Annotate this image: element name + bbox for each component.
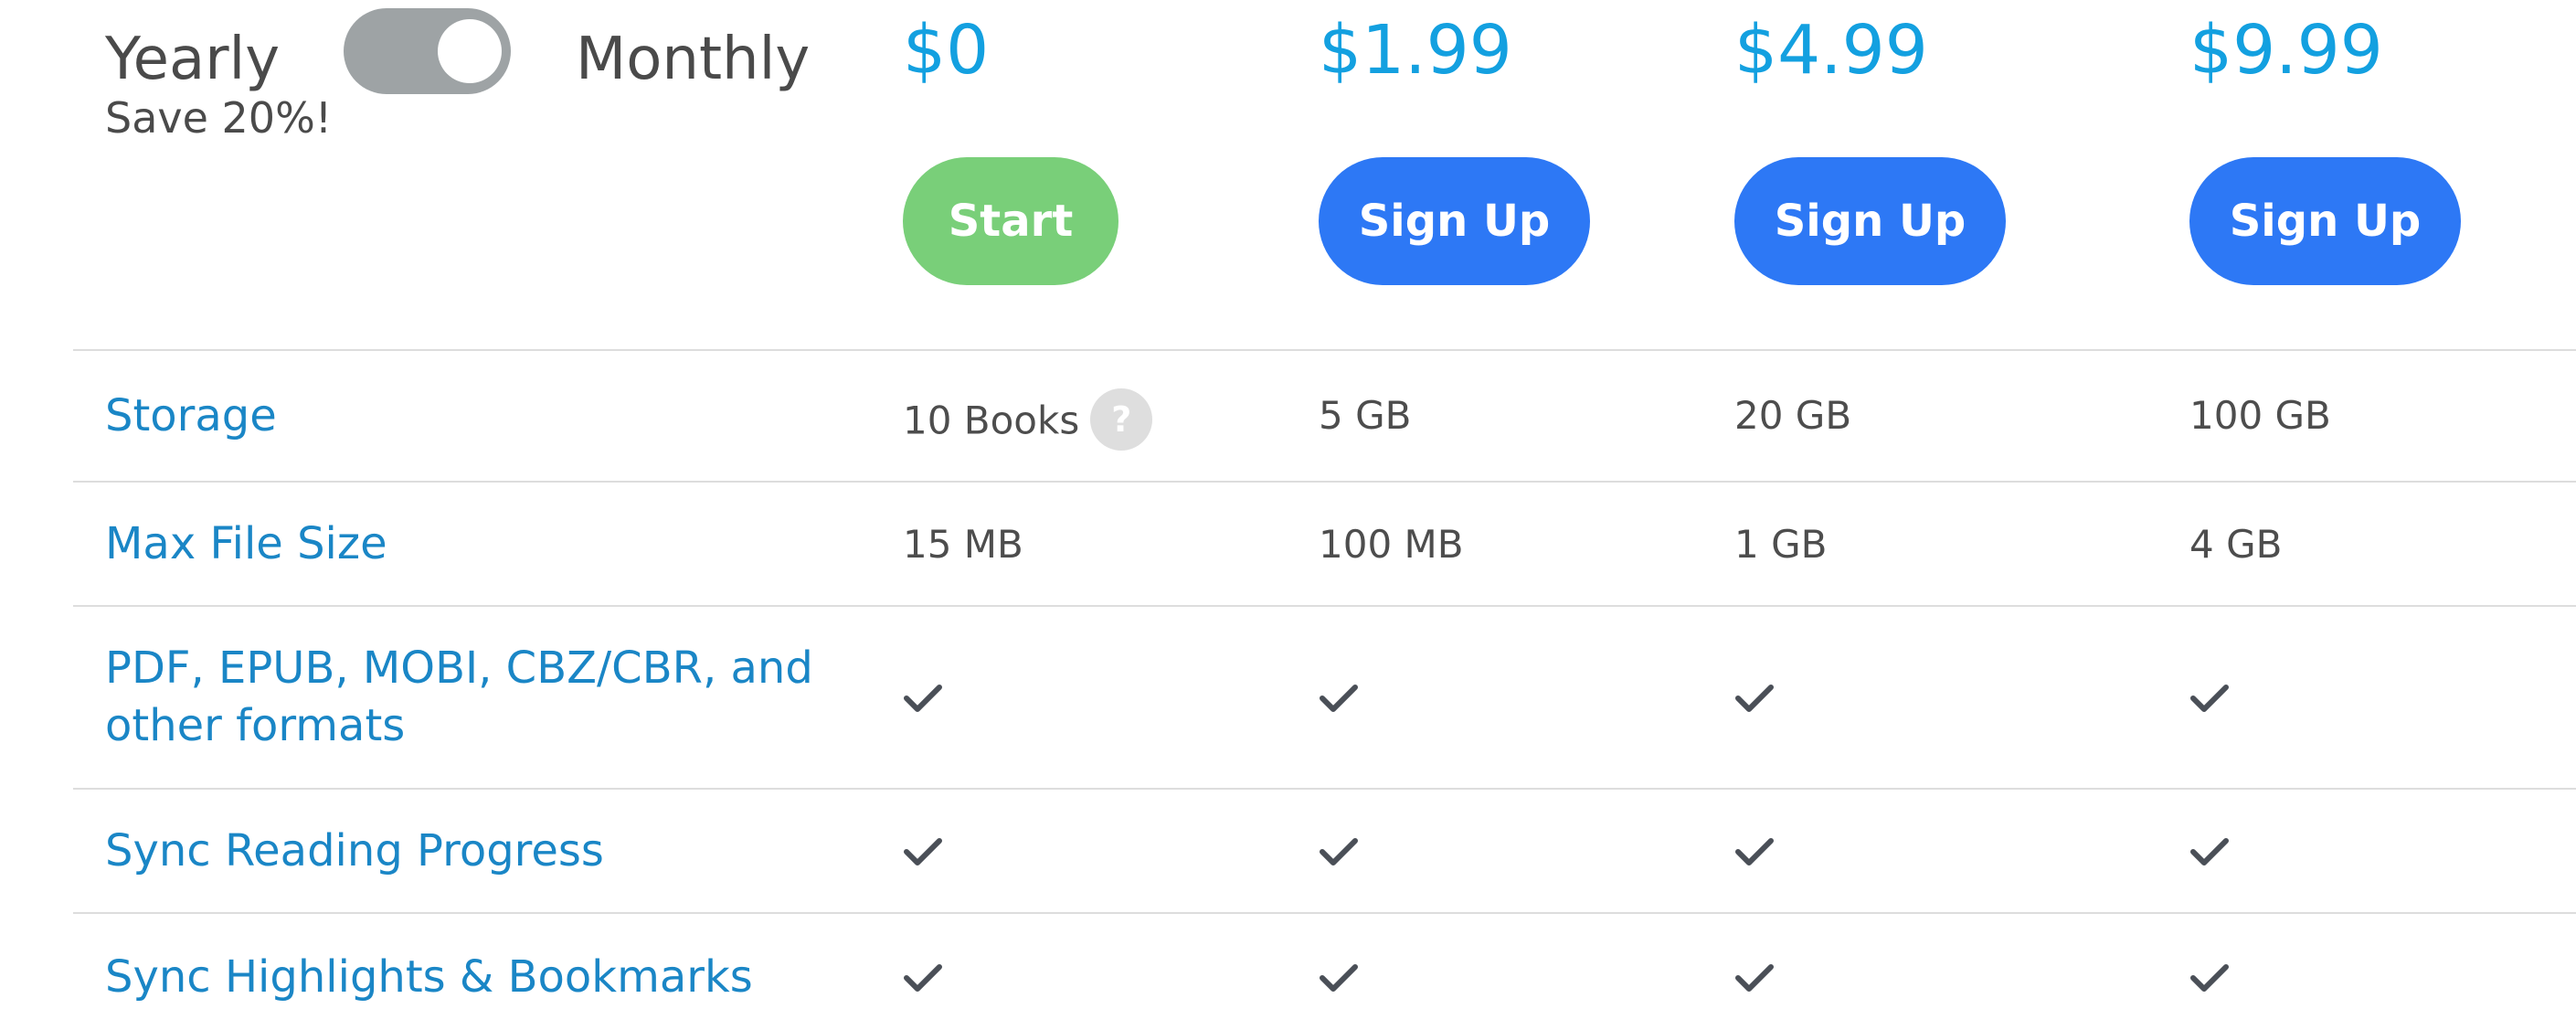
yearly-label[interactable]: Yearly xyxy=(105,26,280,93)
check-icon xyxy=(1320,838,1358,865)
feature-table: Storage 10 Books? 5 GB 20 GB 100 GB Max … xyxy=(73,349,2576,1030)
check-icon xyxy=(1320,964,1358,992)
plan-pro: $9.99 Sign Up xyxy=(2189,0,2482,302)
plan-price: $0 xyxy=(903,11,990,90)
check-icon xyxy=(1735,685,1774,712)
feature-label: Sync Highlights & Bookmarks xyxy=(105,951,753,1003)
feature-label: Storage xyxy=(105,390,277,441)
table-cell: 1 GB xyxy=(1734,522,1828,567)
table-row: Sync Highlights & Bookmarks xyxy=(73,912,2576,1030)
sign-up-button[interactable]: Sign Up xyxy=(1734,157,2006,285)
billing-period-switch[interactable] xyxy=(344,8,511,94)
check-icon xyxy=(2190,964,2229,992)
check-icon xyxy=(2190,685,2229,712)
table-cell: 15 MB xyxy=(903,522,1023,567)
table-row: Storage 10 Books? 5 GB 20 GB 100 GB xyxy=(73,349,2576,481)
check-icon xyxy=(2190,838,2229,865)
table-row: Max File Size 15 MB 100 MB 1 GB 4 GB xyxy=(73,481,2576,605)
table-row: Sync Reading Progress xyxy=(73,788,2576,912)
plan-price: $4.99 xyxy=(1734,11,1928,90)
check-icon xyxy=(1735,838,1774,865)
table-cell: 4 GB xyxy=(2189,522,2283,567)
check-icon xyxy=(904,964,942,992)
switch-knob xyxy=(438,19,502,83)
sign-up-button[interactable]: Sign Up xyxy=(1319,157,1590,285)
check-icon xyxy=(904,838,942,865)
plan-price: $1.99 xyxy=(1319,11,1512,90)
table-cell: 5 GB xyxy=(1319,393,1412,438)
check-icon xyxy=(1320,685,1358,712)
help-icon[interactable]: ? xyxy=(1090,388,1153,451)
plan-plus: $4.99 Sign Up xyxy=(1734,0,2027,302)
monthly-label[interactable]: Monthly xyxy=(576,26,810,93)
sign-up-button[interactable]: Sign Up xyxy=(2189,157,2461,285)
check-icon xyxy=(1735,964,1774,992)
table-cell: 20 GB xyxy=(1734,393,1852,438)
check-icon xyxy=(904,685,942,712)
plan-basic: $1.99 Sign Up xyxy=(1319,0,1611,302)
table-cell: 100 MB xyxy=(1319,522,1464,567)
table-cell: 10 Books? xyxy=(903,388,1153,454)
save-badge-text: Save 20%! xyxy=(105,93,333,143)
feature-label: Max File Size xyxy=(105,518,387,569)
plan-price: $9.99 xyxy=(2189,11,2383,90)
plan-free: $0 Start xyxy=(903,0,1177,302)
billing-toggle: Yearly Monthly Save 20%! xyxy=(105,0,836,146)
pricing-page: Yearly Monthly Save 20%! $0 Start $1.99 … xyxy=(0,0,2576,1030)
table-cell-text: 10 Books xyxy=(903,398,1080,443)
feature-label: Sync Reading Progress xyxy=(105,825,604,876)
table-cell: 100 GB xyxy=(2189,393,2331,438)
start-button[interactable]: Start xyxy=(903,157,1118,285)
feature-label: PDF, EPUB, MOBI, CBZ/CBR, and other form… xyxy=(105,642,813,751)
table-row: PDF, EPUB, MOBI, CBZ/CBR, and other form… xyxy=(73,605,2576,788)
